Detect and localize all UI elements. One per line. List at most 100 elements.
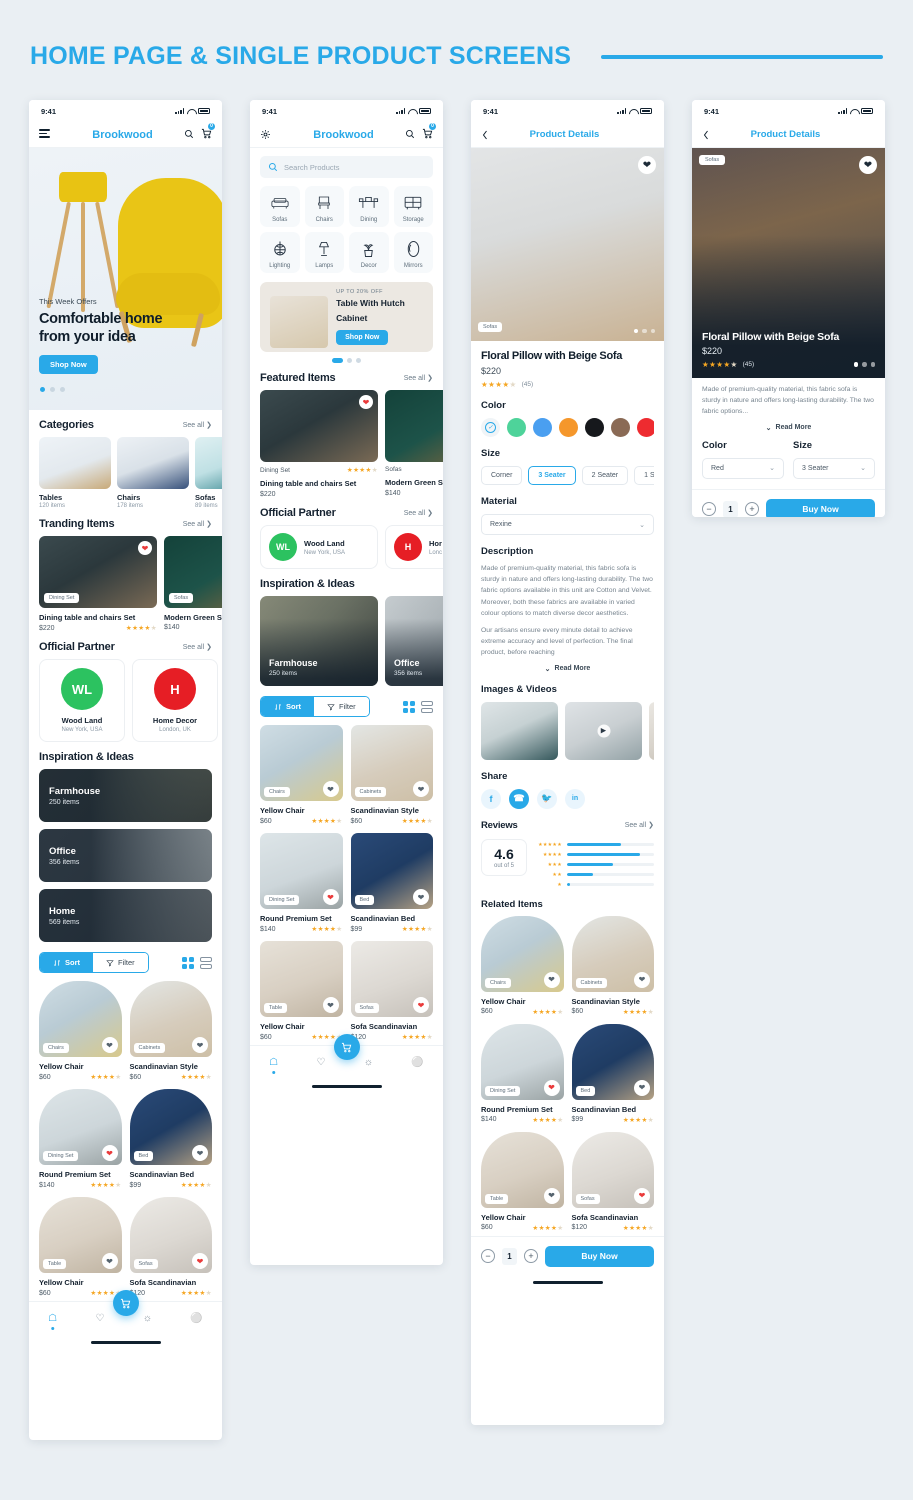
facebook-icon[interactable]: f (481, 788, 501, 809)
favorite-icon[interactable]: ❤ (322, 889, 339, 905)
product-card[interactable]: Bed ❤ Scandinavian Bed $99 ★★★★★ (350, 833, 433, 933)
product-card[interactable]: Bed ❤ Scandinavian Bed $99 ★★★★★ (571, 1023, 654, 1124)
product-card[interactable]: Bed ❤ Scandinavian Bed $99 ★★★★★ (129, 1089, 212, 1189)
grid-view-icon[interactable] (403, 700, 415, 713)
favorite-icon[interactable]: ❤ (359, 395, 373, 409)
favorite-icon[interactable]: ❤ (192, 1037, 208, 1053)
size-option-selected[interactable]: 3 Seater (528, 466, 576, 485)
notifications-icon[interactable]: ☼ (143, 1313, 152, 1324)
search-icon[interactable] (405, 127, 415, 143)
color-swatch[interactable] (559, 418, 578, 437)
favorite-icon[interactable]: ❤ (543, 1187, 560, 1204)
list-view-icon[interactable] (421, 700, 433, 713)
product-card[interactable]: Dining Set ❤ Round Premium Set $140 ★★★★… (39, 1089, 122, 1189)
favorite-icon[interactable]: ❤ (192, 1253, 208, 1269)
favorite-icon[interactable]: ❤ (101, 1253, 118, 1269)
inspiration-card[interactable]: Farmhouse 250 items (260, 596, 378, 686)
search-input[interactable]: Search Products (260, 156, 433, 178)
profile-icon[interactable]: ⚪ (190, 1313, 202, 1324)
settings-button[interactable] (260, 129, 294, 140)
media-thumbnails[interactable]: ▶ (481, 701, 654, 760)
product-card[interactable]: Cabinets ❤ Scandinavian Style $60 ★★★★★ (350, 725, 433, 825)
filter-button[interactable]: Filter (93, 953, 148, 972)
favorite-icon[interactable]: ❤ (413, 997, 429, 1013)
read-more-button[interactable]: ⌄ Read More (702, 424, 875, 432)
partners-row[interactable]: WL Wood Land New York, USA H Home Decor … (29, 659, 222, 742)
category-tile-dining[interactable]: Dining (349, 186, 389, 227)
inspiration-card[interactable]: Office 356 items (39, 829, 212, 882)
material-select[interactable]: Rexine ⌄ (481, 514, 654, 535)
inspiration-card[interactable]: Farmhouse 250 items (39, 769, 212, 822)
favorite-icon[interactable]: ❤ (634, 971, 650, 988)
inspiration-card[interactable]: Office 356 items (385, 596, 443, 686)
back-button[interactable] (702, 130, 736, 140)
back-button[interactable] (481, 130, 515, 140)
product-hero-image[interactable]: Sofas ❤ Floral Pillow with Beige Sofa $2… (692, 148, 885, 378)
carousel-dot[interactable] (870, 362, 875, 367)
product-card[interactable]: Dining Set ❤ Round Premium Set $140 ★★★★… (260, 833, 343, 933)
color-select[interactable]: Red ⌄ (702, 457, 784, 479)
category-tile-storage[interactable]: Storage (393, 186, 433, 227)
product-card[interactable]: Cabinets ❤ Scandinavian Style $60 ★★★★★ (571, 915, 654, 1016)
notifications-icon[interactable]: ☼ (364, 1057, 373, 1068)
carousel-dot[interactable] (642, 328, 647, 333)
hero-banner[interactable]: This Week Offers Comfortable home from y… (29, 148, 222, 410)
size-option[interactable]: 1 Seat (634, 466, 654, 485)
favorite-icon[interactable]: ❤ (101, 1145, 118, 1161)
hero-carousel-dots[interactable] (853, 362, 875, 367)
size-select[interactable]: 3 Seater ⌄ (793, 457, 875, 479)
categories-see-all[interactable]: See all ❯ (183, 421, 212, 430)
partners-see-all[interactable]: See all ❯ (183, 643, 212, 652)
color-swatch[interactable] (507, 418, 526, 437)
carousel-dot[interactable] (862, 362, 867, 367)
favorite-icon[interactable]: ❤ (101, 1037, 118, 1053)
color-swatch[interactable] (637, 418, 654, 437)
category-tile-chairs[interactable]: Chairs (304, 186, 344, 227)
inspiration-row[interactable]: Farmhouse 250 items Office 356 items (250, 596, 443, 686)
product-card[interactable]: Sofas ❤ Sofa Scandinavian $120 ★★★★★ (129, 1197, 212, 1297)
color-swatch-selected[interactable]: ✓ (481, 418, 500, 437)
product-card[interactable]: Chairs ❤ Yellow Chair $60 ★★★★★ (260, 725, 343, 825)
product-card[interactable]: Table ❤ Yellow Chair $60 ★★★★★ (39, 1197, 122, 1297)
media-thumbnail-video[interactable]: ▶ (565, 701, 642, 760)
product-card[interactable]: Cabinets ❤ Scandinavian Style $60 ★★★★★ (129, 981, 212, 1081)
carousel-dot[interactable] (40, 387, 45, 392)
category-card[interactable]: Chairs 178 items (117, 437, 189, 509)
search-icon[interactable] (184, 127, 194, 143)
cart-fab-icon[interactable] (333, 1034, 360, 1060)
categories-row[interactable]: Tables 120 items Chairs 178 items Sofas … (29, 437, 222, 509)
linkedin-icon[interactable]: in (565, 788, 585, 809)
favorite-icon[interactable]: ❤ (413, 889, 429, 905)
partner-card[interactable]: H Home Decor London, UK (132, 659, 218, 742)
cart-button[interactable]: 0 (201, 122, 215, 144)
carousel-dot[interactable] (650, 328, 655, 333)
product-hero-image[interactable]: ❤ Sofas (471, 148, 664, 341)
partner-card[interactable]: WL Wood Land New York, USA (260, 525, 378, 569)
promo-shop-now-button[interactable]: Shop Now (336, 329, 389, 345)
cart-button[interactable]: 0 (422, 122, 436, 144)
media-thumbnail[interactable] (481, 701, 558, 760)
carousel-dot[interactable] (332, 358, 343, 363)
wishlist-icon[interactable]: ♡ (96, 1313, 105, 1324)
favorite-icon[interactable]: ❤ (634, 1079, 650, 1096)
play-icon[interactable]: ▶ (597, 724, 610, 738)
category-card[interactable]: Sofas 89 items (195, 437, 222, 509)
shop-now-button[interactable]: Shop Now (39, 355, 98, 374)
profile-icon[interactable]: ⚪ (411, 1057, 423, 1068)
cart-fab-icon[interactable] (112, 1290, 139, 1316)
partner-card[interactable]: H Hor Lonc (385, 525, 443, 569)
sort-filter-group[interactable]: Sort Filter (39, 952, 149, 973)
home-icon[interactable]: ☖ (48, 1313, 57, 1324)
filter-button[interactable]: Filter (314, 697, 369, 716)
carousel-dot[interactable] (356, 358, 361, 363)
product-card[interactable]: ❤ Dining Set ★★★★★ Dining table and chai… (260, 390, 378, 498)
hero-carousel-dots[interactable] (633, 328, 655, 333)
size-option[interactable]: 2 Seater (581, 466, 629, 485)
whatsapp-icon[interactable]: ☎ (509, 788, 529, 809)
product-card[interactable]: Chairs ❤ Yellow Chair $60 ★★★★★ (39, 981, 122, 1081)
favorite-icon[interactable]: ❤ (859, 156, 877, 174)
color-swatch[interactable] (585, 418, 604, 437)
featured-row[interactable]: ❤ Dining Set ★★★★★ Dining table and chai… (250, 390, 443, 498)
sort-button[interactable]: Sort (40, 953, 93, 972)
product-card[interactable]: Dining Set ❤ Round Premium Set $140 ★★★★… (481, 1023, 564, 1124)
